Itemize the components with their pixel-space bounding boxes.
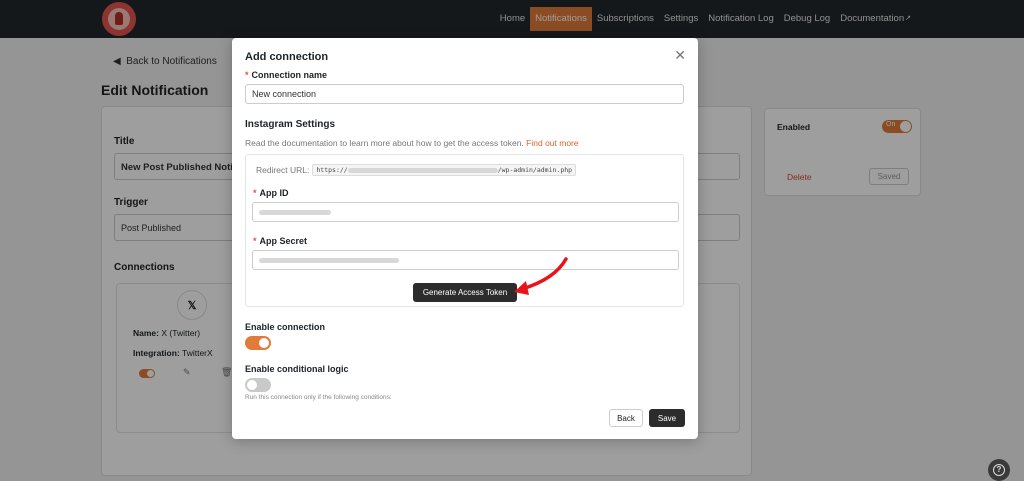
help-button[interactable]: ? [988,459,1010,481]
app-secret-input[interactable] [252,250,679,270]
annotation-arrow-icon [514,257,568,295]
app-secret-field-label: * App Secret [253,236,307,246]
instagram-hint: Read the documentation to learn more abo… [245,138,579,148]
conditional-logic-hint: Run this connection only if the followin… [245,394,392,401]
redacted-app-secret [259,257,399,263]
modal-title: Add connection [245,51,329,63]
redirect-url-row: Redirect URL: https:// /wp-admin/admin.ph… [256,164,577,176]
required-marker: * [253,236,257,246]
add-connection-modal: Add connection ✕ * Connection name New co… [232,38,698,439]
redirect-url-prefix: https:// [316,166,348,174]
app-id-label-text: App ID [259,188,289,198]
app-secret-label-text: App Secret [259,236,308,246]
help-icon: ? [993,464,1005,476]
close-icon[interactable]: ✕ [674,47,686,64]
app-id-field-label: * App ID [253,188,289,198]
find-out-more-link[interactable]: Find out more [526,138,578,148]
enable-connection-toggle[interactable] [245,336,271,350]
app-id-input[interactable] [252,202,679,222]
redacted-domain [347,167,498,173]
enable-connection-label: Enable connection [245,322,326,332]
back-button[interactable]: Back [609,409,643,427]
required-marker: * [253,188,257,198]
conditional-logic-label: Enable conditional logic [245,364,349,374]
instagram-settings-title: Instagram Settings [245,119,336,130]
redirect-url-suffix: /wp-admin/admin.php [497,166,573,174]
toggle-knob [247,380,257,390]
redirect-url-value[interactable]: https:// /wp-admin/admin.php [312,164,577,176]
required-marker: * [245,70,249,80]
redirect-url-label: Redirect URL: [256,165,310,175]
conditional-logic-toggle[interactable] [245,378,271,392]
generate-access-token-button[interactable]: Generate Access Token [413,283,517,302]
connection-name-input[interactable]: New connection [245,84,684,104]
connection-name-field-label: * Connection name [245,70,327,80]
redacted-app-id [259,209,331,215]
save-button[interactable]: Save [649,409,685,427]
toggle-knob [259,338,269,348]
hint-text: Read the documentation to learn more abo… [245,138,524,148]
connection-name-label-text: Connection name [251,70,328,80]
